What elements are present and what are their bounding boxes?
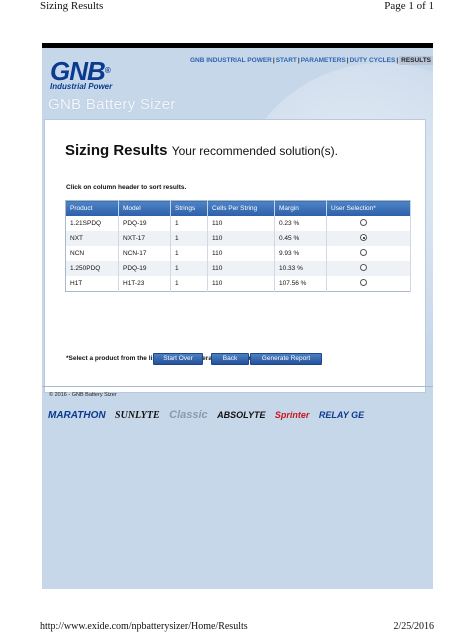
nav-separator: |	[297, 57, 300, 64]
nav-item-start[interactable]: START	[276, 57, 297, 64]
print-header-page: Page 1 of 1	[384, 0, 434, 12]
results-table: Product Model Strings Cells Per String M…	[65, 200, 411, 292]
table-row[interactable]: NXT NXT-17 1 110 0.45 %	[65, 231, 411, 246]
table-row[interactable]: 1.250PDQ PDQ-19 1 110 10.33 %	[65, 261, 411, 276]
cell-margin: 107.56 %	[274, 276, 327, 292]
column-header-strings[interactable]: Strings	[170, 200, 208, 216]
cell-product: 1.250PDQ	[65, 261, 119, 276]
cell-model: PDQ-19	[118, 216, 171, 231]
column-header-user-selection[interactable]: User Selection*	[326, 200, 411, 216]
column-header-model[interactable]: Model	[118, 200, 171, 216]
cell-model: NCN-17	[118, 246, 171, 261]
brand-sprinter-logo[interactable]: Sprinter	[275, 410, 310, 420]
nav-separator: |	[396, 57, 399, 64]
cell-selection	[326, 246, 411, 261]
back-button[interactable]: Back	[211, 353, 249, 365]
cell-margin: 0.45 %	[274, 231, 327, 246]
column-header-margin[interactable]: Margin	[274, 200, 327, 216]
nav-item-parameters[interactable]: PARAMETERS	[301, 57, 346, 64]
cell-cells-per-string: 110	[207, 231, 275, 246]
cell-margin: 9.93 %	[274, 246, 327, 261]
cell-strings: 1	[170, 276, 208, 292]
footer-divider	[42, 386, 433, 387]
selection-radio[interactable]	[360, 264, 367, 271]
cell-margin: 10.33 %	[274, 261, 327, 276]
top-bar	[42, 43, 433, 48]
selection-radio[interactable]	[360, 279, 367, 286]
brand-marathon-logo[interactable]: MARATHON	[48, 410, 106, 421]
print-header-title: Sizing Results	[40, 0, 104, 12]
nav-separator: |	[272, 57, 275, 64]
logo-subtitle: Industrial Power	[50, 82, 113, 91]
cell-strings: 1	[170, 231, 208, 246]
cell-selection	[326, 216, 411, 231]
nav-item-gnb-industrial-power[interactable]: GNB INDUSTRIAL POWER	[190, 57, 272, 64]
cell-strings: 1	[170, 246, 208, 261]
cell-selection	[326, 261, 411, 276]
selection-radio[interactable]	[360, 249, 367, 256]
page-title: Sizing Results Your recommended solution…	[65, 142, 338, 159]
brand-absolyte-logo[interactable]: ABSOLYTE	[217, 410, 265, 420]
cell-selection	[326, 231, 411, 246]
print-footer-url: http://www.exide.com/npbatterysizer/Home…	[40, 621, 248, 632]
cell-product: NCN	[65, 246, 119, 261]
cell-selection	[326, 276, 411, 292]
cell-model: NXT-17	[118, 231, 171, 246]
table-header-row: Product Model Strings Cells Per String M…	[65, 200, 411, 216]
cell-product: 1.21SPDQ	[65, 216, 119, 231]
cell-strings: 1	[170, 261, 208, 276]
selection-radio[interactable]	[360, 219, 367, 226]
cell-product: H1T	[65, 276, 119, 292]
nav-separator: |	[346, 57, 349, 64]
cell-margin: 0.23 %	[274, 216, 327, 231]
brand-strip: MARATHON SUNLYTE Classic ABSOLYTE Sprint…	[48, 405, 433, 423]
logo-registered-mark: ®	[104, 66, 111, 75]
generate-report-button[interactable]: Generate Report	[250, 353, 322, 365]
brand-sunlyte-logo[interactable]: SUNLYTE	[115, 410, 160, 421]
brand-classic-logo[interactable]: Classic	[169, 409, 208, 421]
nav-item-results[interactable]: RESULTS	[399, 56, 433, 65]
cell-model: PDQ-19	[118, 261, 171, 276]
brand-relay-logo[interactable]: RELAY GE	[319, 410, 364, 420]
results-panel: Sizing Results Your recommended solution…	[44, 119, 426, 393]
logo-wordmark: GNB®	[50, 58, 130, 84]
page-subtitle: Your recommended solution(s).	[171, 144, 339, 158]
app-title: GNB Battery Sizer	[48, 96, 176, 113]
top-navigation: GNB INDUSTRIAL POWER|START|PARAMETERS|DU…	[190, 56, 433, 65]
table-row[interactable]: H1T H1T-23 1 110 107.56 %	[65, 276, 411, 292]
selection-radio-selected[interactable]	[360, 234, 367, 241]
table-row[interactable]: NCN NCN-17 1 110 9.93 %	[65, 246, 411, 261]
page-title-bold: Sizing Results	[65, 142, 168, 159]
column-header-product[interactable]: Product	[65, 200, 119, 216]
cell-cells-per-string: 110	[207, 276, 275, 292]
copyright-text: © 2016 - GNB Battery Sizer	[49, 392, 117, 398]
start-over-button[interactable]: Start Over	[153, 353, 203, 365]
cell-cells-per-string: 110	[207, 261, 275, 276]
nav-item-duty-cycles[interactable]: DUTY CYCLES	[350, 57, 396, 64]
gnb-logo[interactable]: GNB® Industrial Power	[50, 58, 130, 91]
print-footer-date: 2/25/2016	[393, 621, 434, 632]
table-row[interactable]: 1.21SPDQ PDQ-19 1 110 0.23 %	[65, 216, 411, 231]
cell-cells-per-string: 110	[207, 216, 275, 231]
battery-sizer-page: GNB® Industrial Power GNB Battery Sizer …	[42, 43, 433, 589]
cell-strings: 1	[170, 216, 208, 231]
cell-product: NXT	[65, 231, 119, 246]
cell-model: H1T-23	[118, 276, 171, 292]
column-header-cells-per-string[interactable]: Cells Per String	[207, 200, 275, 216]
cell-cells-per-string: 110	[207, 246, 275, 261]
sort-hint: Click on column header to sort results.	[66, 184, 187, 191]
